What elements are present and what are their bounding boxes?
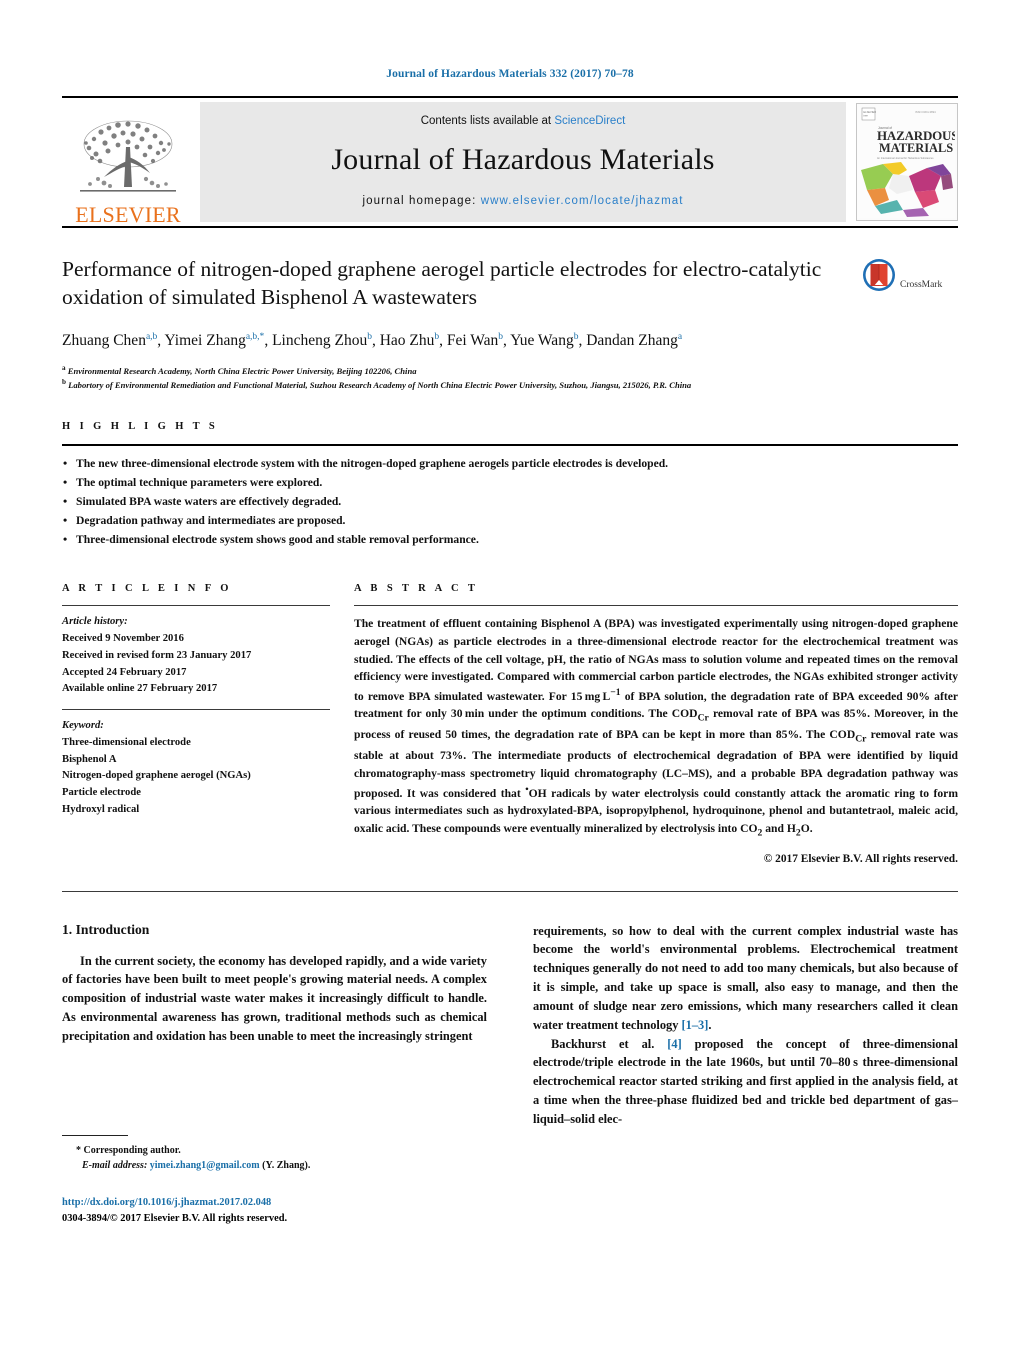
body-column-right: requirements, so how to deal with the cu… xyxy=(533,922,958,1227)
history-item: Available online 27 February 2017 xyxy=(62,683,218,695)
article-info-section: A R T I C L E I N F O Article history: R… xyxy=(62,583,330,864)
svg-text:An International Journal for H: An International Journal for Hazardous S… xyxy=(877,157,934,160)
email-link[interactable]: yimei.zhang1@gmail.com xyxy=(150,1160,260,1171)
cover-art: ELSEVIERtree ISSN 0304-3894 Journal of H… xyxy=(857,104,957,218)
title-block: Performance of nitrogen-doped graphene a… xyxy=(62,256,958,312)
list-item: The new three-dimensional electrode syst… xyxy=(62,454,958,474)
email-suffix: (Y. Zhang). xyxy=(262,1160,311,1172)
running-head: Journal of Hazardous Materials 332 (2017… xyxy=(386,68,634,80)
keyword-item: Particle electrode xyxy=(62,786,141,798)
page-sheet: Journal of Hazardous Materials 332 (2017… xyxy=(62,0,958,1227)
author-list: Zhuang Chena,b, Yimei Zhanga,b,*, Linche… xyxy=(62,331,683,349)
crossmark-badge[interactable]: CrossMark xyxy=(862,256,958,312)
homepage-prefix: journal homepage: xyxy=(362,195,481,207)
corresponding-label: Corresponding author. xyxy=(83,1144,181,1156)
doi-block: http://dx.doi.org/10.1016/j.jhazmat.2017… xyxy=(62,1195,487,1226)
keywords-block: Keyword: Three-dimensional electrode Bis… xyxy=(62,718,330,818)
section-heading-introduction: 1. Introduction xyxy=(62,921,150,937)
crossmark-label: CrossMark xyxy=(900,279,943,290)
highlights-section: H I G H L I G H T S The new three-dimens… xyxy=(62,421,958,549)
list-item: Degradation pathway and intermediates ar… xyxy=(62,511,958,531)
corresponding-author-line: * Corresponding author. xyxy=(62,1143,487,1158)
affiliation-a-text: Environmental Research Academy, North Ch… xyxy=(67,366,417,377)
page-title: Performance of nitrogen-doped graphene a… xyxy=(62,257,822,309)
affiliation-b-text: Labortory of Environmental Remediation a… xyxy=(68,380,692,391)
svg-text:ISSN 0304-3894: ISSN 0304-3894 xyxy=(915,110,936,114)
doi-link[interactable]: http://dx.doi.org/10.1016/j.jhazmat.2017… xyxy=(62,1195,487,1211)
issn-copyright-line: 0304-3894/© 2017 Elsevier B.V. All right… xyxy=(62,1212,288,1224)
history-item: Received in revised form 23 January 2017 xyxy=(62,649,252,661)
article-history: Article history: Received 9 November 201… xyxy=(62,614,330,698)
title-column: Performance of nitrogen-doped graphene a… xyxy=(62,256,862,312)
list-item: Simulated BPA waste waters are effective… xyxy=(62,492,958,512)
email-line: E-mail address: yimei.zhang1@gmail.com (… xyxy=(62,1158,487,1173)
sciencedirect-link[interactable]: ScienceDirect xyxy=(554,115,625,127)
elsevier-logo: ELSEVIER xyxy=(62,98,194,226)
body-top-rule xyxy=(62,890,958,892)
list-item: The optimal technique parameters were ex… xyxy=(62,473,958,493)
crossmark-icon xyxy=(863,259,895,291)
abstract-copyright: © 2017 Elsevier B.V. All rights reserved… xyxy=(763,852,958,865)
affiliations: a Environmental Research Academy, North … xyxy=(62,363,958,391)
keywords-label: Keyword: xyxy=(62,720,104,732)
highlights-rule xyxy=(62,444,958,447)
abstract-text: The treatment of effluent containing Bis… xyxy=(354,617,958,838)
affiliation-a: a Environmental Research Academy, North … xyxy=(62,364,417,377)
corresponding-author-note: * Corresponding author. E-mail address: … xyxy=(62,1143,487,1173)
journal-cover-thumbnail: ELSEVIER tree ISSN 0304-3894 Journal of H… xyxy=(856,103,958,221)
article-info-heading: A R T I C L E I N F O xyxy=(62,583,232,595)
keyword-item: Nitrogen-doped graphene aerogel (NGAs) xyxy=(62,770,251,782)
highlights-heading: H I G H L I G H T S xyxy=(62,421,219,433)
footnote-area: * Corresponding author. E-mail address: … xyxy=(62,1134,487,1227)
highlights-list: The new three-dimensional electrode syst… xyxy=(62,454,958,550)
article-info-rule xyxy=(62,605,330,607)
journal-homepage-link[interactable]: www.elsevier.com/locate/jhazmat xyxy=(481,195,684,207)
article-history-label: Article history: xyxy=(62,616,128,628)
email-label: E-mail address: xyxy=(82,1160,148,1172)
keyword-item: Bisphenol A xyxy=(62,753,117,765)
svg-text:ELSEVIER: ELSEVIER xyxy=(863,110,876,114)
footnote-rule xyxy=(62,1134,128,1136)
intro-paragraph-left: In the current society, the economy has … xyxy=(62,953,487,1043)
journal-title: Journal of Hazardous Materials xyxy=(331,143,715,176)
history-item: Received 9 November 2016 xyxy=(62,633,184,645)
masthead-bottom-rule xyxy=(62,226,958,228)
svg-text:tree: tree xyxy=(863,114,868,118)
keyword-item: Hydroxyl radical xyxy=(62,803,140,815)
info-abstract-row: A R T I C L E I N F O Article history: R… xyxy=(62,583,958,865)
intro-paragraph-right-1: requirements, so how to deal with the cu… xyxy=(533,923,958,1032)
elsevier-wordmark: ELSEVIER xyxy=(75,202,181,227)
journal-homepage-line: journal homepage: www.elsevier.com/locat… xyxy=(362,195,683,207)
keywords-divider xyxy=(62,709,330,711)
journal-masthead: ELSEVIER Contents lists available at Sci… xyxy=(62,96,958,226)
contents-lists-line: Contents lists available at ScienceDirec… xyxy=(421,115,626,127)
keyword-item: Three-dimensional electrode xyxy=(62,736,191,748)
contents-prefix: Contents lists available at xyxy=(420,115,555,127)
body-columns: 1. Introduction In the current society, … xyxy=(62,922,958,1227)
elsevier-tree-icon xyxy=(80,120,176,192)
body-column-left: 1. Introduction In the current society, … xyxy=(62,922,487,1227)
corresponding-marker: * xyxy=(76,1144,81,1156)
intro-paragraph-right-2: Backhurst et al. [4] proposed the concep… xyxy=(533,1036,958,1127)
cover-title-bottom: MATERIALS xyxy=(879,141,953,155)
abstract-heading: A B S T R A C T xyxy=(354,583,479,595)
journal-band: Contents lists available at ScienceDirec… xyxy=(200,102,846,222)
affiliation-b: b Labortory of Environmental Remediation… xyxy=(62,378,692,391)
history-item: Accepted 24 February 2017 xyxy=(62,666,187,678)
abstract-section: A B S T R A C T The treatment of effluen… xyxy=(354,583,958,865)
page-root: Journal of Hazardous Materials 332 (2017… xyxy=(0,0,1020,1351)
list-item: Three-dimensional electrode system shows… xyxy=(62,530,958,550)
abstract-rule xyxy=(354,605,958,607)
